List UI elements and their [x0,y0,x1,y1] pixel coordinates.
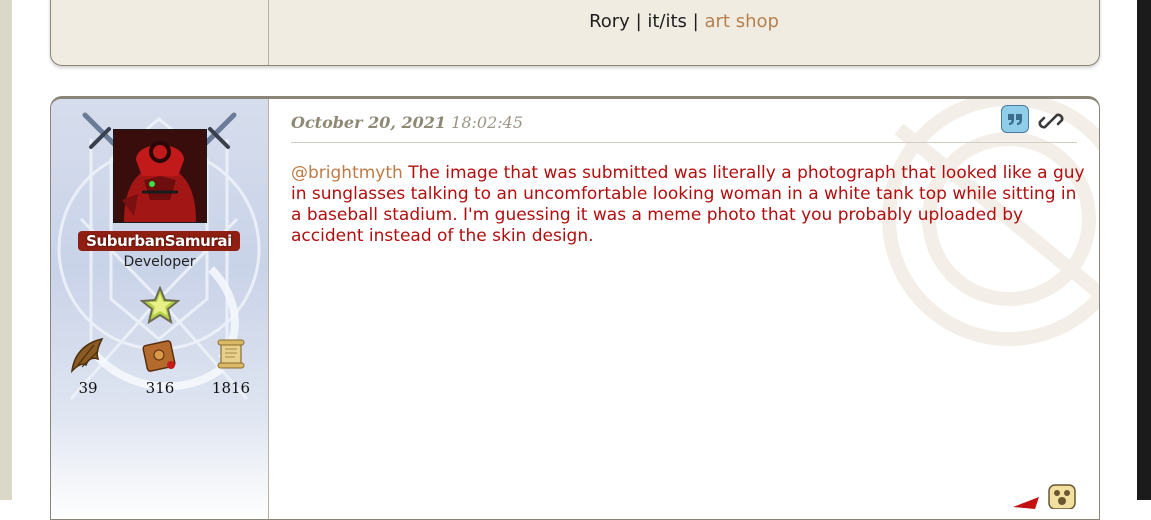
quote-button[interactable] [1001,105,1029,133]
author-sidebar: SuburbanSamurai Developer 39 316 1816 [51,99,269,519]
forum-post: SuburbanSamurai Developer 39 316 1816 Oc… [50,96,1100,520]
author-title: Developer [123,254,196,270]
art-shop-link[interactable]: art shop [704,11,778,32]
page-left-border [0,0,12,500]
quote-icon [1008,114,1022,125]
sidebar-divider [268,0,269,65]
rank-star-icon [140,286,180,324]
post-footer-icons [1013,484,1076,509]
permalink-button[interactable] [1037,107,1065,135]
post-timestamp: October 20, 2021 18:02:45 [291,113,523,132]
post-message: @brightmyth The image that was submitted… [291,163,1091,247]
signature-separator: | [692,11,699,32]
stat-value-1: 39 [78,379,98,397]
signature-separator: | [635,11,642,32]
signature: Rory | it/its | art shop [269,11,1099,32]
paw-badge-icon [1048,484,1076,509]
signature-pronouns: it/its [647,11,687,32]
post-date: October 20, 2021 [291,113,447,132]
samurai-dragon-avatar-icon [114,130,206,222]
page-scrollbar[interactable] [1137,0,1151,500]
scroll-icon [217,339,245,369]
message-text: The image that was submitted was literal… [291,163,1085,246]
author-username[interactable]: SuburbanSamurai [78,231,240,251]
treasure-book-icon [142,340,176,372]
signature-name: Rory [589,11,630,32]
post-content: October 20, 2021 18:02:45 @brightmyth Th… [269,99,1099,519]
stat-value-3: 1816 [211,379,251,397]
avatar[interactable] [113,129,207,223]
dragon-wing-icon [70,337,104,373]
red-arrow-icon [1013,497,1039,509]
stat-value-2: 316 [145,379,175,397]
user-mention-link[interactable]: @brightmyth [291,163,403,183]
previous-post: Rory | it/its | art shop [50,0,1100,66]
chain-link-icon [1038,113,1064,129]
post-time: 18:02:45 [451,113,523,132]
header-divider [291,142,1077,143]
